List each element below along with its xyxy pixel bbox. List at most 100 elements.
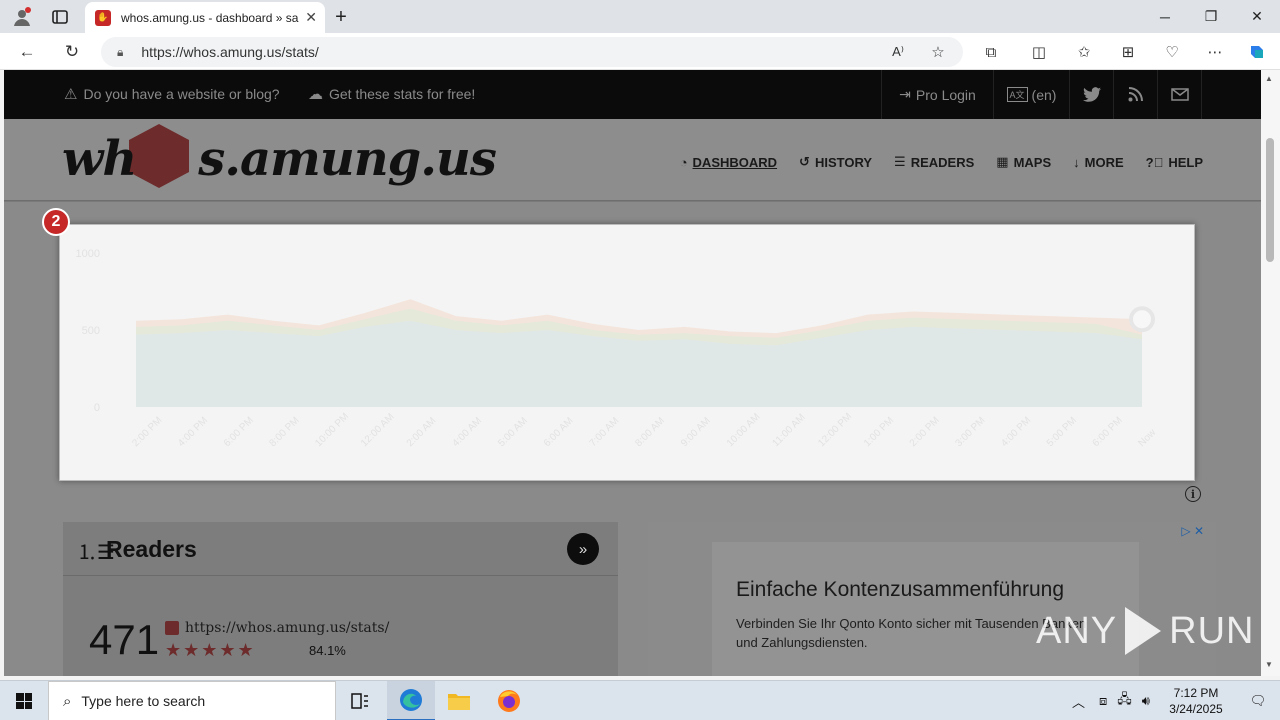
nav-dashboard[interactable]: ◔ DASHBOARD xyxy=(680,154,777,170)
x-tick-label: 5:00 PM xyxy=(1045,415,1079,449)
readers-icon: ☰ xyxy=(894,154,906,169)
search-placeholder: Type here to search xyxy=(81,693,206,709)
profile-icon[interactable] xyxy=(10,5,34,29)
watermark-right: RUN xyxy=(1169,609,1255,652)
x-tick-label: 2:00 PM xyxy=(908,415,942,449)
page-scrollbar[interactable]: ▲ ▼ xyxy=(1261,70,1280,676)
website-question[interactable]: ⚠ Do you have a website or blog? xyxy=(64,85,280,103)
restore-icon[interactable]: ❐ xyxy=(1188,0,1234,33)
help-icon: ?⃝ xyxy=(1145,154,1164,170)
nav-more[interactable]: ↓ MORE xyxy=(1073,154,1124,170)
x-tick-label: 12:00 PM xyxy=(816,411,854,449)
meet-now-icon[interactable]: ⧈ xyxy=(1099,693,1107,709)
extensions-icon[interactable]: ⧉ xyxy=(979,40,1003,64)
copilot-icon[interactable] xyxy=(1245,40,1269,64)
favorites-icon[interactable]: ✩ xyxy=(1072,40,1096,64)
volume-icon[interactable]: 🔊︎ xyxy=(1142,693,1150,709)
readers-url-row[interactable]: https://whos.amung.us/stats/ xyxy=(165,620,389,636)
nav-maps[interactable]: ▦ MAPS xyxy=(996,154,1051,170)
main-nav: ◔ DASHBOARD ↺ HISTORY ☰ READERS ▦ MAPS ↓ MORE… xyxy=(680,154,1203,170)
url-field[interactable]: 🔒︎ https://whos.amung.us/stats/ xyxy=(101,37,963,67)
readers-card: ⒈☰ Readers » 471 https://whos.amung.us/s… xyxy=(63,522,618,676)
new-tab-icon[interactable]: + xyxy=(329,5,353,29)
task-view-icon[interactable] xyxy=(336,681,384,720)
x-tick-label: 8:00 AM xyxy=(633,415,667,449)
readers-more-button[interactable]: » xyxy=(567,533,599,565)
taskbar-search[interactable]: ⌕ Type here to search xyxy=(48,681,336,720)
search-icon: ⌕ xyxy=(63,692,72,710)
nav-more-label: MORE xyxy=(1084,154,1124,170)
start-button[interactable] xyxy=(0,681,48,720)
y-tick-label: 0 xyxy=(94,402,100,414)
current-point-marker[interactable] xyxy=(1129,306,1155,333)
edge-taskbar-icon[interactable] xyxy=(387,681,435,720)
nav-help-label: HELP xyxy=(1168,154,1203,170)
arrow-down-icon: ↓ xyxy=(1073,154,1080,170)
minimize-icon[interactable]: ─ xyxy=(1142,0,1188,33)
split-screen-icon[interactable]: ◫ xyxy=(1027,40,1051,64)
ad-choices-icon[interactable]: ▷ ✕ xyxy=(1181,524,1204,538)
nav-history[interactable]: ↺ HISTORY xyxy=(799,154,872,170)
more-menu-icon[interactable]: ⋯ xyxy=(1203,40,1227,64)
nav-readers[interactable]: ☰ READERS xyxy=(894,154,974,170)
readers-count: 471 xyxy=(89,616,160,663)
browser-tab[interactable]: ✋ whos.amung.us - dashboard » sa ✕ xyxy=(85,2,325,33)
twitter-icon[interactable] xyxy=(1069,70,1113,119)
x-tick-label: 11:00 AM xyxy=(771,412,808,449)
scroll-up-icon[interactable]: ▲ xyxy=(1265,74,1273,83)
info-icon[interactable]: i xyxy=(1185,486,1201,502)
close-tab-icon[interactable]: ✕ xyxy=(305,9,317,26)
nav-help[interactable]: ?⃝ HELP xyxy=(1146,154,1203,170)
get-stats-link[interactable]: ☁ Get these stats for free! xyxy=(308,85,475,103)
x-tick-label: 4:00 AM xyxy=(450,415,484,449)
file-explorer-icon[interactable] xyxy=(435,681,483,720)
nav-readers-label: READERS xyxy=(910,154,975,170)
pro-login-button[interactable]: ⇥ Pro Login xyxy=(881,70,993,119)
scrollbar-thumb[interactable] xyxy=(1266,138,1274,262)
rating-percent: 84.1% xyxy=(309,643,346,658)
mail-icon[interactable] xyxy=(1157,70,1202,119)
rss-icon[interactable] xyxy=(1113,70,1157,119)
nav-maps-label: MAPS xyxy=(1013,154,1052,170)
x-tick-label: 10:00 AM xyxy=(725,411,763,449)
browser-essentials-icon[interactable]: ♡ xyxy=(1160,40,1184,64)
network-icon[interactable]: 🖧︎ xyxy=(1117,690,1132,712)
collections-icon[interactable]: ⊞ xyxy=(1116,40,1140,64)
site-header: wh s.amung.us ◔ DASHBOARD ↺ HISTORY ☰ READER… xyxy=(4,119,1261,201)
logo-text-left: wh xyxy=(62,131,137,187)
x-tick-label: 6:00 PM xyxy=(222,415,256,449)
x-tick-label: 2:00 PM xyxy=(130,415,164,449)
clock[interactable]: 7:12 PM 3/24/2025 xyxy=(1156,685,1236,717)
anyrun-watermark: ANY RUN xyxy=(1036,607,1254,655)
tab-actions-icon[interactable] xyxy=(48,5,72,29)
language-button[interactable]: A文 (en) xyxy=(993,70,1069,119)
site-logo[interactable]: wh s.amung.us xyxy=(62,131,497,187)
refresh-icon[interactable]: ↻ xyxy=(59,39,85,65)
windows-logo-icon xyxy=(16,693,32,709)
close-window-icon[interactable]: ✕ xyxy=(1234,0,1280,33)
firefox-icon[interactable] xyxy=(485,681,533,720)
system-tray: ︿ ⧈ 🖧︎ 🔊︎ 7:12 PM 3/24/2025 🗨︎ xyxy=(1072,681,1280,720)
favorite-star-icon[interactable]: ☆ xyxy=(926,40,950,64)
notifications-icon[interactable]: 🗨︎ xyxy=(1236,693,1280,709)
x-tick-label: 10:00 PM xyxy=(313,411,351,449)
pro-login-label: Pro Login xyxy=(915,86,976,103)
x-tick-label: 12:00 AM xyxy=(359,411,397,449)
dashboard-icon: ◔ xyxy=(679,154,688,170)
x-tick-label: 4:00 PM xyxy=(999,415,1033,449)
x-tick-label: 5:00 AM xyxy=(496,415,530,449)
x-tick-label: 3:00 PM xyxy=(953,415,987,449)
dashboard-content: 2 1000 500 0 2:00 PM 4:00 PM 6:00 PM 8:00 PM 10… xyxy=(4,202,1261,676)
scroll-down-icon[interactable]: ▼ xyxy=(1265,660,1273,669)
read-aloud-icon[interactable]: A⁾ xyxy=(886,40,910,64)
back-icon[interactable]: ← xyxy=(14,39,40,65)
watermark-left: ANY xyxy=(1036,609,1118,652)
lock-icon: 🔒︎ xyxy=(117,44,124,59)
language-label: (en) xyxy=(1031,86,1057,103)
warning-icon: ⚠ xyxy=(64,86,78,103)
show-hidden-icons-icon[interactable]: ︿ xyxy=(1072,692,1085,711)
x-tick-label: 6:00 PM xyxy=(1091,415,1125,449)
ad-title: Einfache Kontenzusammenführung xyxy=(736,578,1065,601)
y-tick-label: 500 xyxy=(82,325,100,337)
readers-title: Readers xyxy=(106,536,197,562)
